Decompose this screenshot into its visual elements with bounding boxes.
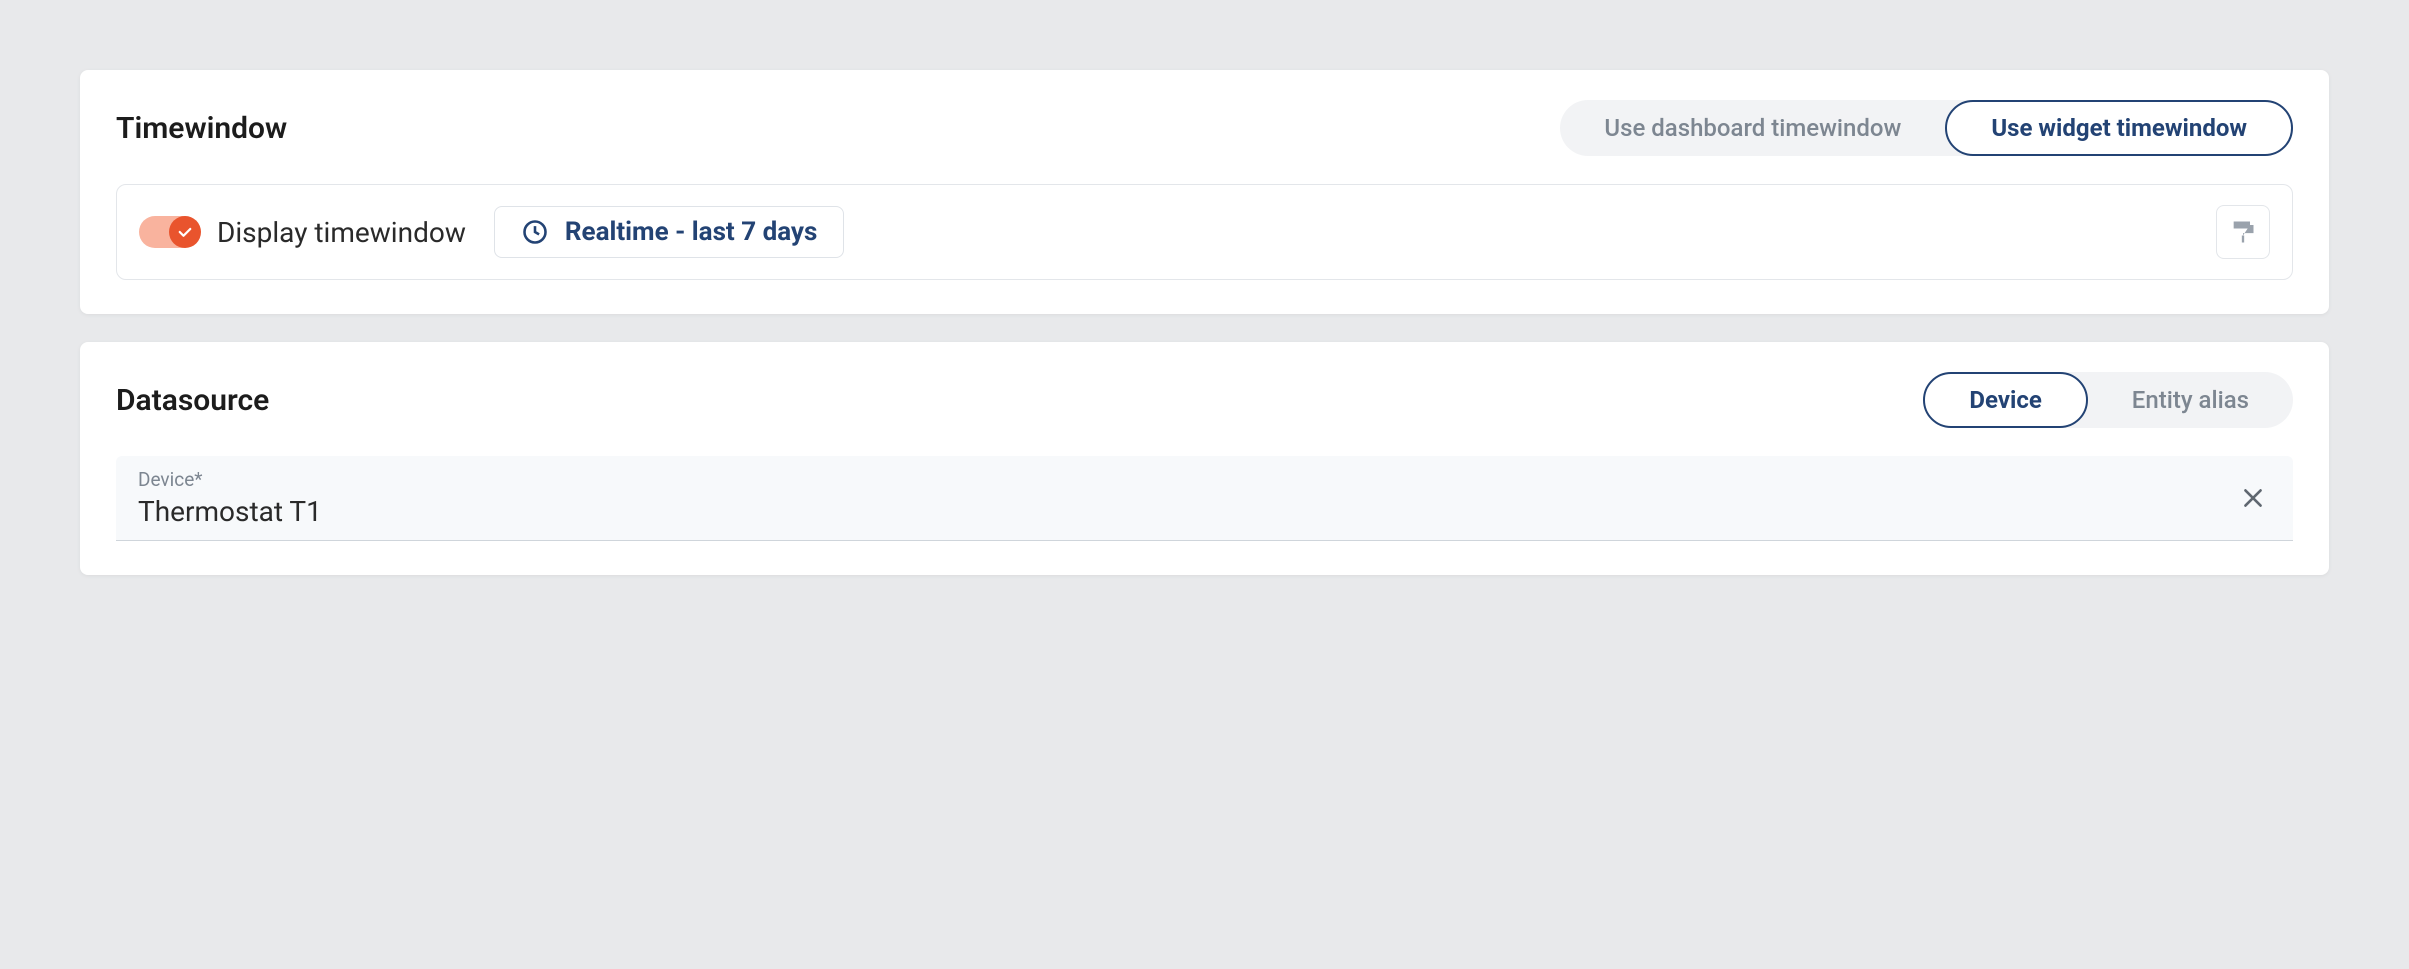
tab-entity-alias[interactable]: Entity alias [2088,372,2293,428]
tab-label: Use dashboard timewindow [1604,114,1901,142]
timewindow-row: Display timewindow Realtime - last 7 day… [116,184,2293,280]
paint-roller-icon [2229,218,2257,246]
display-timewindow-toggle[interactable] [139,216,199,248]
tab-label: Device [1969,386,2041,414]
display-timewindow-label: Display timewindow [217,216,466,249]
timewindow-header: Timewindow Use dashboard timewindow Use … [116,100,2293,156]
display-timewindow-toggle-wrapper: Display timewindow [139,216,466,249]
clear-device-button[interactable] [2235,480,2271,516]
device-field[interactable]: Device* Thermostat T1 [116,456,2293,541]
toggle-thumb [169,216,201,248]
tab-device[interactable]: Device [1923,372,2087,428]
timewindow-title: Timewindow [116,111,287,146]
device-field-label: Device* [138,468,2235,491]
datasource-segmented-control: Device Entity alias [1923,372,2293,428]
close-icon [2240,485,2266,511]
device-field-main: Device* Thermostat T1 [138,468,2235,528]
timewindow-segmented-control: Use dashboard timewindow Use widget time… [1560,100,2293,156]
appearance-button[interactable] [2216,205,2270,259]
device-field-value: Thermostat T1 [138,495,2235,528]
datasource-card: Datasource Device Entity alias Device* T… [80,342,2329,575]
timewindow-selector[interactable]: Realtime - last 7 days [494,206,845,258]
datasource-title: Datasource [116,383,269,418]
tab-label: Use widget timewindow [1991,114,2247,142]
timewindow-selection-text: Realtime - last 7 days [565,217,818,247]
timewindow-card: Timewindow Use dashboard timewindow Use … [80,70,2329,314]
tab-use-dashboard-timewindow[interactable]: Use dashboard timewindow [1560,100,1945,156]
tab-use-widget-timewindow[interactable]: Use widget timewindow [1945,100,2293,156]
clock-icon [521,218,549,246]
datasource-header: Datasource Device Entity alias [116,372,2293,428]
page-wrapper: Timewindow Use dashboard timewindow Use … [20,20,2389,653]
check-icon [176,223,194,241]
tab-label: Entity alias [2132,386,2249,414]
